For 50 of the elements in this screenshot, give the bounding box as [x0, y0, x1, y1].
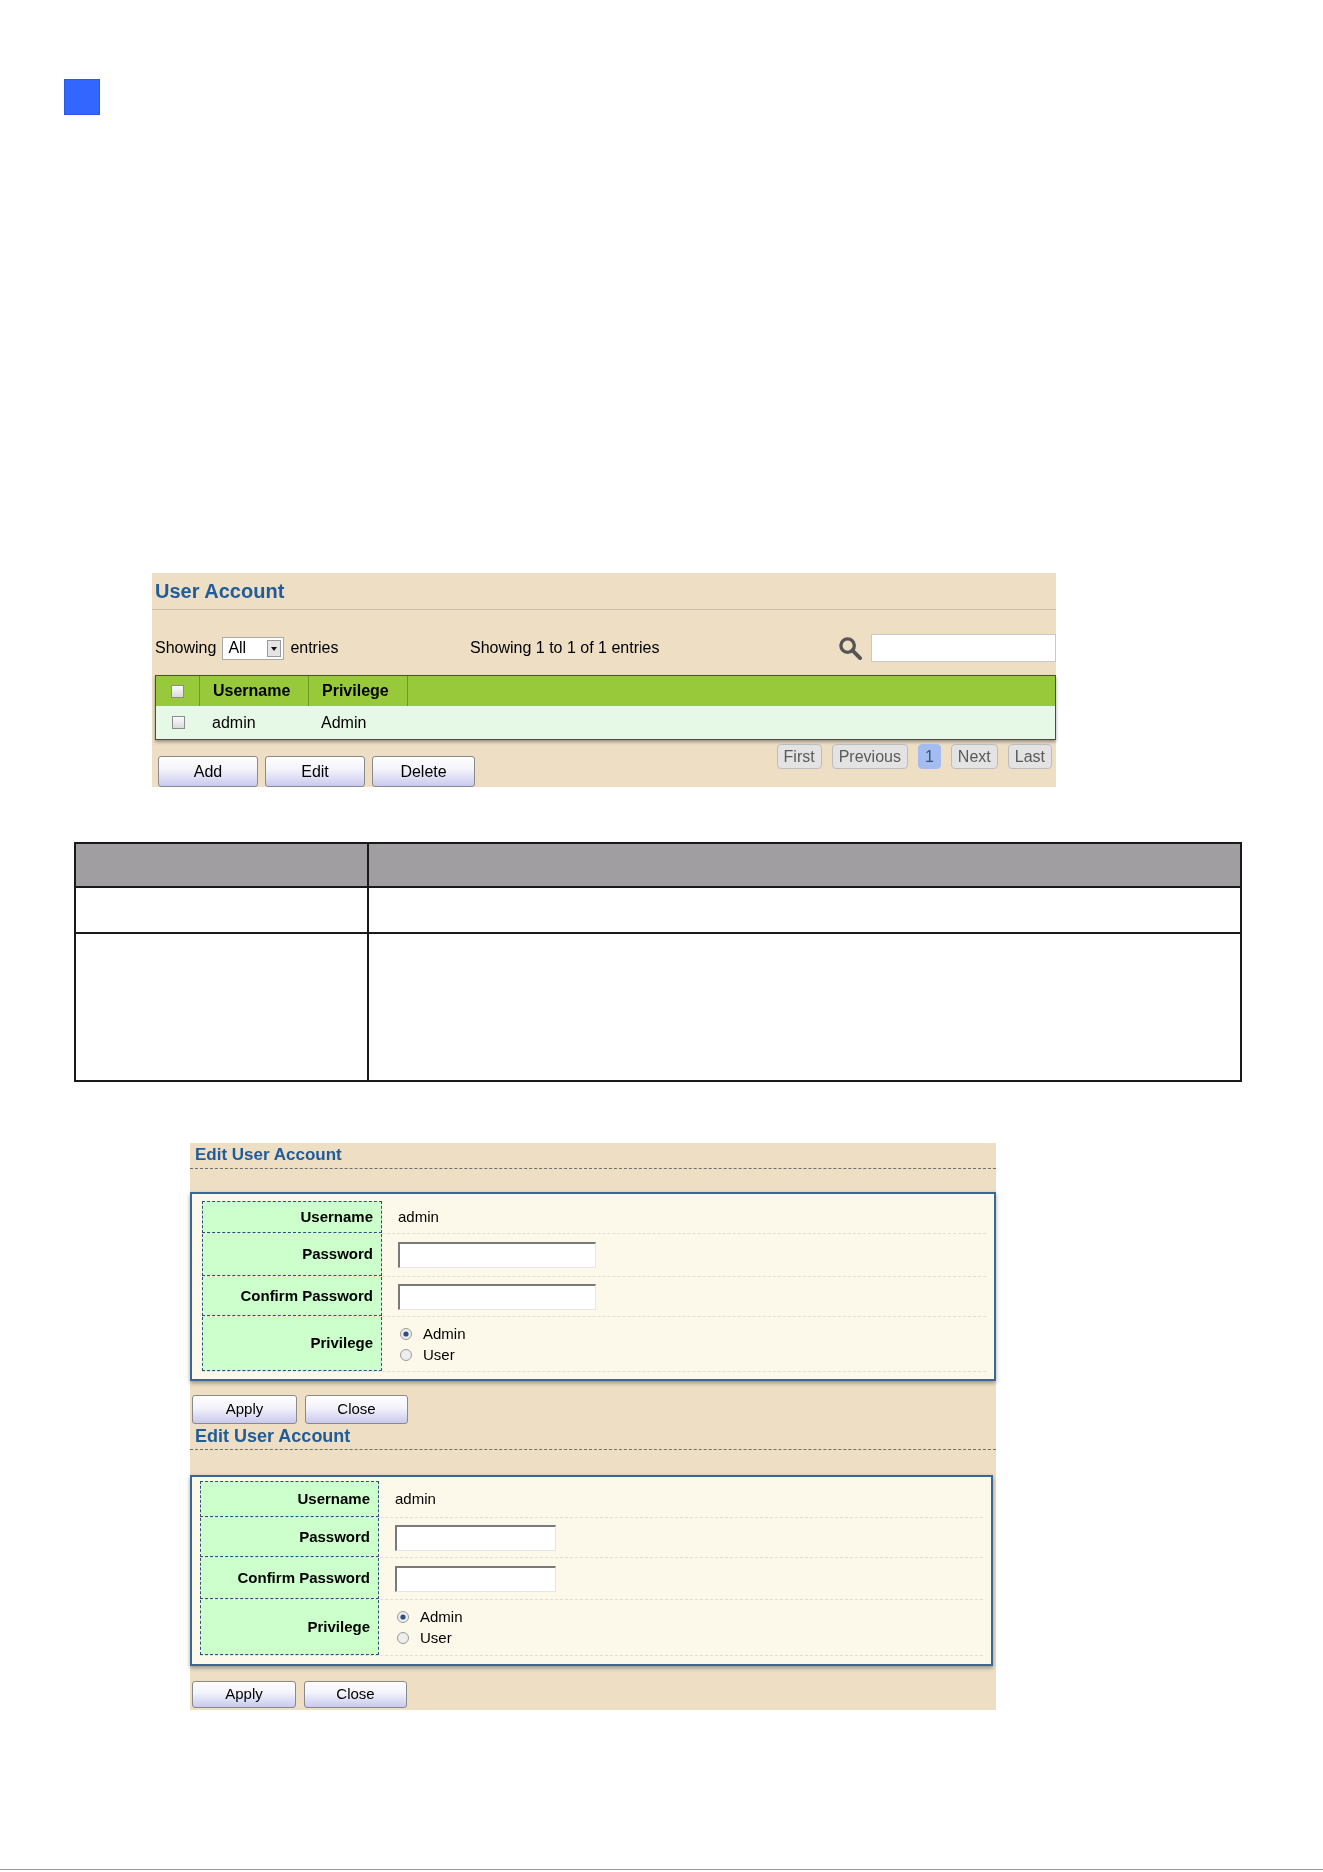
page-button[interactable]: First	[776, 744, 822, 769]
search-field[interactable]	[871, 634, 1056, 662]
table-row[interactable]: admin Admin	[156, 706, 1055, 739]
field-label: Privilege	[200, 1600, 379, 1655]
form-title: Edit User Account	[195, 1145, 342, 1165]
checkbox[interactable]	[171, 716, 185, 729]
radio-option[interactable]: User	[400, 1345, 466, 1364]
action-button[interactable]: Apply	[192, 1395, 297, 1424]
action-button[interactable]: Close	[305, 1395, 408, 1424]
page-button[interactable]: Next	[950, 744, 998, 769]
input-field[interactable]	[398, 1242, 596, 1268]
input-field[interactable]	[395, 1524, 556, 1551]
page-button[interactable]: Last	[1007, 744, 1052, 769]
field-label: Username	[200, 1481, 379, 1517]
entries-info: Showing 1 to 1 of 1 entries	[470, 638, 660, 658]
action-button[interactable]: Add	[158, 756, 258, 787]
radio-icon[interactable]	[397, 1611, 409, 1623]
radio-option[interactable]: User	[397, 1629, 463, 1647]
radio-icon[interactable]	[397, 1632, 409, 1644]
caret-icon	[267, 639, 282, 657]
page-button[interactable]: Previous	[831, 744, 908, 769]
table-cell-text: Admin	[321, 712, 367, 733]
radio-icon[interactable]	[400, 1327, 412, 1340]
action-button[interactable]: Close	[304, 1681, 407, 1708]
square-bullet-icon	[64, 79, 100, 115]
field-label: Password	[200, 1518, 379, 1557]
page-button[interactable]: 1	[917, 744, 941, 769]
action-button[interactable]: Delete	[372, 756, 475, 787]
input-field[interactable]	[398, 1283, 596, 1310]
panel-title: User Account	[155, 579, 285, 603]
entries-select[interactable]: All	[222, 636, 285, 660]
entries-label: entries	[290, 638, 339, 658]
field-value: admin	[395, 1488, 436, 1509]
radio-icon[interactable]	[400, 1348, 412, 1361]
field-label: Password	[202, 1234, 382, 1276]
action-button[interactable]: Apply	[192, 1681, 296, 1708]
radio-option[interactable]: Admin	[397, 1608, 463, 1626]
search-icon	[838, 636, 862, 660]
field-label: Confirm Password	[202, 1277, 382, 1316]
table-cell-text: admin	[212, 712, 256, 733]
form-title: Edit User Account	[195, 1426, 351, 1446]
field-label: Username	[202, 1201, 382, 1233]
input-field[interactable]	[395, 1565, 556, 1592]
showing-label: Showing	[155, 638, 217, 658]
checkbox[interactable]	[171, 684, 184, 698]
field-value: admin	[398, 1206, 439, 1227]
field-label: Confirm Password	[200, 1558, 379, 1599]
action-button[interactable]: Edit	[265, 756, 365, 787]
radio-option[interactable]: Admin	[400, 1324, 466, 1343]
field-label: Privilege	[202, 1317, 382, 1371]
